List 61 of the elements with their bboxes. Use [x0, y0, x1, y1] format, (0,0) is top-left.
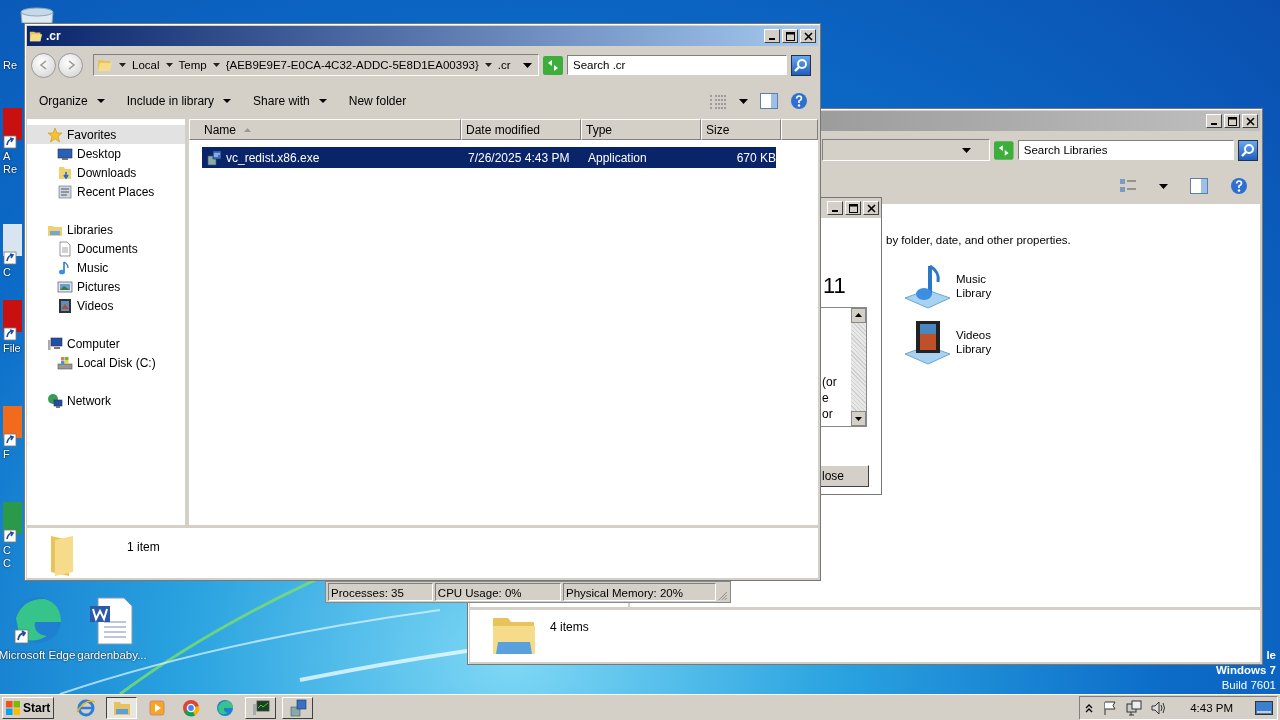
nav-item[interactable]: Recent Places [27, 182, 185, 201]
nav-item[interactable]: Network [27, 391, 185, 410]
icon-label: A [3, 150, 11, 163]
nav-item[interactable]: Videos [27, 296, 185, 315]
heading-text: 11 [823, 274, 847, 298]
table-cell-text: 670 KB [735, 150, 776, 165]
os-version-text: Build 7601 [1221, 678, 1276, 693]
address-bar[interactable]: Local Temp {AEB9E9E7-E0CA-4C32-ADDC-5E8D1EA00393} .cr [93, 54, 539, 76]
icon-label: F [3, 448, 10, 461]
column-header[interactable]: Size [701, 119, 781, 140]
nav-item[interactable]: Music [27, 258, 185, 277]
toolbar-button[interactable]: Share with [247, 90, 333, 112]
icon-label: Microsoft Edge [0, 649, 76, 661]
icon-label: File [3, 342, 21, 355]
nav-item[interactable]: Libraries [27, 220, 185, 239]
os-version-text: Windows 7 [1216, 663, 1276, 678]
column-header[interactable]: Type [581, 119, 701, 140]
window-title: .cr [46, 29, 61, 43]
breadcrumb[interactable]: Local [132, 59, 160, 71]
nav-item[interactable]: Pictures [27, 277, 185, 296]
library-item[interactable]: Videos Library [902, 318, 1012, 366]
table-cell-text: 7/26/2025 4:43 PM [468, 150, 571, 165]
icon-label: gardenbaby... [77, 649, 147, 661]
nav-item[interactable]: Favorites [27, 125, 185, 144]
nav-item[interactable]: Downloads [27, 163, 185, 182]
close-button[interactable]: lose [819, 465, 869, 487]
item-count: 4 items [550, 620, 589, 634]
nav-item[interactable]: Documents [27, 239, 185, 258]
icon-label: C [3, 266, 11, 279]
toolbar-button[interactable]: Organize [33, 90, 111, 112]
item-count: 1 item [127, 540, 160, 554]
toolbar-button[interactable]: New folder [342, 90, 413, 112]
column-header[interactable]: Name [189, 119, 461, 140]
nav-item[interactable]: Desktop [27, 144, 185, 163]
status-text: Physical Memory: 20% [563, 583, 717, 601]
description-text: by folder, date, and other properties. [886, 234, 1072, 246]
list-text: or [821, 406, 834, 422]
icon-label: C [3, 557, 11, 570]
start-button[interactable]: Start [2, 696, 54, 719]
breadcrumb[interactable]: {AEB9E9E7-E0CA-4C32-ADDC-5E8D1EA00393} [225, 59, 479, 71]
file-row[interactable]: vc_redist.x86.exe 7/26/2025 4:43 PM Application 670 KB [202, 147, 776, 168]
library-item[interactable]: Music Library [902, 262, 1012, 310]
icon-label: Re [3, 59, 18, 72]
status-text: CPU Usage: 0% [434, 583, 561, 601]
nav-item[interactable]: Local Disk (C:) [27, 353, 185, 372]
toolbar-button[interactable]: Include in library [120, 90, 238, 112]
clock[interactable]: 4:43 PM [1190, 701, 1233, 714]
os-version-text: le [1266, 648, 1276, 663]
list-text: e [821, 390, 830, 406]
icon-label: C [3, 544, 11, 557]
column-header[interactable]: Date modified [461, 119, 581, 140]
icon-label: Re [3, 163, 18, 176]
breadcrumb[interactable]: .cr [497, 59, 511, 71]
list-text: (or [821, 374, 838, 390]
breadcrumb[interactable]: Temp [178, 59, 207, 71]
table-cell-text: Application [588, 150, 648, 165]
table-cell: vc_redist.x86.exe [226, 150, 320, 165]
status-text: Processes: 35 [328, 583, 433, 601]
search-field[interactable]: Search .cr [567, 55, 787, 75]
nav-item[interactable]: Computer [27, 334, 185, 353]
search-field[interactable]: Search Libraries [1017, 140, 1235, 160]
